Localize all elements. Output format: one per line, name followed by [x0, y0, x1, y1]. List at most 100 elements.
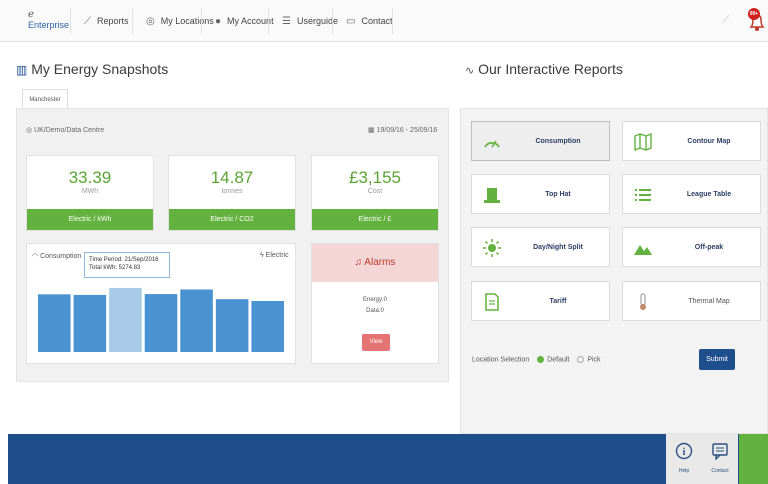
- chart-type-text: Electric: [265, 252, 289, 259]
- stat-bar: Electric / CO2: [169, 209, 295, 230]
- date-range[interactable]: ▦ 19/09/16 - 25/09/16: [368, 126, 437, 134]
- nav-divider: [201, 8, 202, 34]
- stat-unit: tonnes: [221, 188, 243, 195]
- nav-reports[interactable]: ⟋ Reports: [72, 0, 141, 42]
- top-hat-icon: [484, 188, 500, 203]
- stat-bar: Electric / kWh: [27, 209, 153, 230]
- report-contour-map[interactable]: Contour Map: [622, 121, 761, 161]
- radio-pick[interactable]: [577, 356, 585, 363]
- chart-bar[interactable]: [215, 299, 249, 352]
- location-selection-label: Location Selection: [472, 356, 530, 364]
- user-icon: ●: [215, 15, 222, 27]
- mountain-icon: [634, 245, 652, 255]
- data-label: Data:: [366, 308, 381, 314]
- chart-bar[interactable]: [73, 294, 107, 352]
- thermometer-icon: [640, 293, 646, 310]
- nav-contact-label: Contact: [361, 16, 393, 26]
- stat-value: 33.39: [68, 168, 112, 187]
- trend-icon[interactable]: ⟋: [722, 14, 730, 27]
- tab-manchester[interactable]: Manchester: [22, 89, 68, 109]
- chart-bar[interactable]: [180, 289, 213, 352]
- chart-bar[interactable]: [109, 287, 142, 352]
- logo-text: Enterprise: [28, 20, 70, 30]
- bar-chart-icon: ▥: [16, 63, 28, 77]
- chat-icon: [712, 443, 728, 460]
- alarms-energy-row: Energy:0: [312, 297, 438, 303]
- gauge-icon: [484, 140, 500, 148]
- report-label: Day/Night Split: [533, 244, 583, 251]
- chart-bar[interactable]: [38, 294, 71, 352]
- alarms-card: ♫ Alarms Energy:0 Data:0 View: [311, 243, 439, 364]
- nav-divider: [392, 8, 393, 34]
- top-nav: ℯ Enterprise ⟋ Reports ◎ My Locations ● …: [0, 0, 768, 42]
- reports-title: ∿ Our Interactive Reports: [465, 61, 623, 77]
- view-alarms-button[interactable]: View: [362, 334, 390, 351]
- bell-icon: ♫: [354, 257, 363, 268]
- chart-title: ◠ Consumption: [32, 252, 81, 260]
- report-label: Thermal Map: [688, 298, 730, 305]
- snapshots-title: ▥ My Energy Snapshots: [16, 61, 168, 77]
- report-label: League Table: [686, 191, 732, 198]
- stat-value: £3,155: [349, 168, 401, 187]
- map-icon: [634, 132, 652, 152]
- chart-bar[interactable]: [144, 294, 178, 352]
- logo[interactable]: ℯ Enterprise: [28, 10, 70, 31]
- report-label: Contour Map: [687, 138, 731, 145]
- contact-label: Contact: [711, 468, 729, 474]
- date-range-text: 19/09/16 - 25/09/16: [376, 127, 438, 134]
- report-top-hat[interactable]: Top Hat: [471, 174, 610, 214]
- footer-bar: [8, 434, 768, 484]
- location-path: ◎ UK/Demo/Data Centre: [26, 126, 104, 134]
- nav-contact[interactable]: ▭ Contact: [334, 0, 404, 42]
- chart-type: ϟ Electric: [260, 252, 289, 259]
- report-thermal-map[interactable]: Thermal Map: [622, 281, 761, 321]
- line-chart-icon: ⟋: [84, 15, 91, 27]
- report-tariff[interactable]: Tariff: [471, 281, 610, 321]
- chart-title-text: Consumption: [40, 253, 82, 260]
- stat-card-cost[interactable]: £3,155 Cost Electric / £: [311, 155, 439, 231]
- contact-button[interactable]: Contact: [702, 434, 738, 484]
- bar-chart: [38, 287, 284, 352]
- stat-bar: Electric / £: [312, 209, 438, 230]
- list-icon: [635, 189, 651, 201]
- footer-action-tab[interactable]: [739, 434, 768, 484]
- report-off-peak[interactable]: Off-peak: [622, 227, 761, 267]
- document-icon: [485, 293, 499, 311]
- snapshots-title-text: My Energy Snapshots: [31, 61, 169, 77]
- alarms-data-row: Data:0: [312, 308, 438, 314]
- alarms-title: Alarms: [364, 257, 396, 268]
- report-label: Consumption: [535, 138, 581, 145]
- report-label: Off-peak: [694, 244, 724, 251]
- tooltip-period: Time Period: 21/Sep/2016: [89, 257, 159, 263]
- stat-unit: MWh: [81, 188, 99, 195]
- help-label: Help: [678, 468, 690, 474]
- report-label: Top Hat: [545, 191, 571, 198]
- tooltip-total: Total kWh: 5274.83: [89, 265, 141, 271]
- sun-icon: [483, 239, 501, 257]
- calendar-icon: ▦: [368, 127, 375, 134]
- nav-divider: [132, 8, 133, 34]
- svg-text:i: i: [683, 447, 686, 458]
- alarms-header: ♫ Alarms: [312, 244, 438, 282]
- location-pin-icon: ◎: [146, 15, 155, 27]
- report-league-table[interactable]: League Table: [622, 174, 761, 214]
- help-button[interactable]: i Help: [666, 434, 702, 484]
- alert-count-badge: 99+: [748, 8, 760, 20]
- submit-button[interactable]: Submit: [699, 349, 735, 370]
- report-day-night-split[interactable]: Day/Night Split: [471, 227, 610, 267]
- stat-value: 14.87: [210, 168, 254, 187]
- reports-title-text: Our Interactive Reports: [478, 61, 623, 77]
- nav-my-account-label: My Account: [227, 16, 274, 26]
- radio-default[interactable]: [537, 356, 545, 363]
- nav-divider: [268, 8, 269, 34]
- list-icon: ☰: [282, 15, 291, 27]
- report-consumption[interactable]: Consumption: [471, 121, 610, 161]
- stat-card-energy[interactable]: 33.39 MWh Electric / kWh: [26, 155, 154, 231]
- energy-value: 0: [383, 297, 388, 303]
- stat-card-co2[interactable]: 14.87 tonnes Electric / CO2: [168, 155, 296, 231]
- report-label: Tariff: [549, 298, 567, 305]
- chart-bar[interactable]: [251, 301, 284, 352]
- info-icon: i: [675, 442, 693, 460]
- radio-pick-label: Pick: [587, 356, 601, 364]
- stat-unit: Cost: [367, 188, 383, 195]
